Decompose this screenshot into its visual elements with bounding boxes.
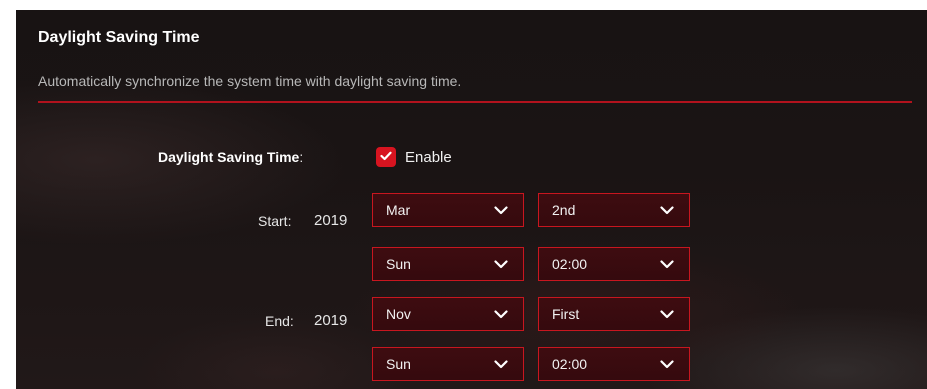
enable-checkbox[interactable] (376, 147, 396, 167)
end-week-select[interactable]: First (538, 297, 690, 331)
start-month-select[interactable]: Mar (372, 193, 524, 227)
end-month-select[interactable]: Nov (372, 297, 524, 331)
end-week-value: First (552, 306, 580, 322)
divider (38, 101, 912, 103)
end-time-select[interactable]: 02:00 (538, 347, 690, 381)
chevron-down-icon (493, 205, 509, 215)
dst-label-text: Daylight Saving Time (158, 149, 300, 165)
chevron-down-icon (493, 309, 509, 319)
start-day-select[interactable]: Sun (372, 247, 524, 281)
enable-label: Enable (405, 149, 452, 166)
dst-label: Daylight Saving Time: (158, 149, 303, 165)
end-time-value: 02:00 (552, 356, 588, 372)
end-label: End: (265, 313, 294, 329)
start-month-value: Mar (386, 202, 411, 218)
start-time-value: 02:00 (552, 256, 588, 272)
checkmark-icon (380, 148, 392, 166)
section-title: Daylight Saving Time (38, 29, 200, 46)
end-month-value: Nov (386, 306, 411, 322)
dst-label-colon: : (299, 149, 304, 165)
end-day-select[interactable]: Sun (372, 347, 524, 381)
end-year: 2019 (314, 312, 348, 329)
start-day-value: Sun (386, 256, 411, 272)
section-description: Automatically synchronize the system tim… (38, 73, 462, 89)
start-year: 2019 (314, 212, 348, 229)
start-week-value: 2nd (552, 202, 576, 218)
chevron-down-icon (659, 259, 675, 269)
start-label: Start: (258, 213, 292, 229)
dst-panel: Daylight Saving Time Automatically synch… (16, 10, 927, 389)
start-week-select[interactable]: 2nd (538, 193, 690, 227)
chevron-down-icon (493, 259, 509, 269)
chevron-down-icon (659, 359, 675, 369)
start-time-select[interactable]: 02:00 (538, 247, 690, 281)
chevron-down-icon (493, 359, 509, 369)
chevron-down-icon (659, 309, 675, 319)
end-day-value: Sun (386, 356, 411, 372)
chevron-down-icon (659, 205, 675, 215)
